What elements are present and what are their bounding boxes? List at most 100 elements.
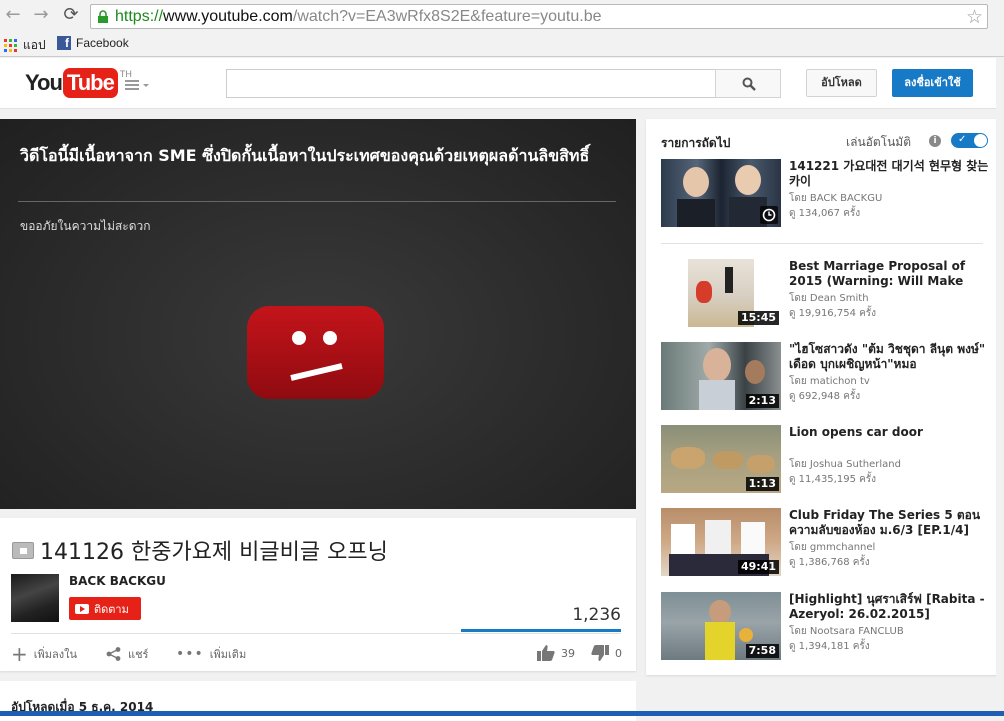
sentiment-bar bbox=[461, 629, 621, 632]
like-button[interactable]: 39 bbox=[537, 645, 575, 661]
taskbar-strip bbox=[0, 711, 1004, 716]
search-input[interactable] bbox=[226, 69, 716, 98]
player-divider bbox=[18, 201, 616, 202]
site-header: You Tube TH อัปโหลด ลงชื่อเข้าใช้ bbox=[0, 58, 1004, 109]
video-thumbnail[interactable]: 49:41 bbox=[661, 508, 781, 576]
related-title[interactable]: Best Marriage Proposal of 2015 (Warning:… bbox=[789, 259, 989, 289]
related-title[interactable]: "ไฮโซสาวดัง "ต้ม วิชชุดา ลีนุต พงษ์" เดื… bbox=[789, 342, 989, 372]
video-thumbnail[interactable]: 1:13 bbox=[661, 425, 781, 493]
related-channel: โดย Dean Smith bbox=[789, 293, 869, 304]
facebook-icon: f bbox=[57, 36, 71, 50]
thumbs-up-icon bbox=[537, 645, 555, 661]
up-next-heading: รายการถัดไป bbox=[661, 136, 731, 150]
bookmark-facebook-label: Facebook bbox=[76, 36, 129, 50]
video-title: 141126 한중가요제 비글비글 오프닝 bbox=[12, 534, 388, 566]
related-video-item[interactable]: 1:13 Lion opens car door โดย Joshua Suth… bbox=[661, 425, 991, 493]
more-button[interactable]: ••• เพิ่มเติม bbox=[176, 645, 246, 663]
video-thumbnail[interactable]: 15:45 bbox=[661, 259, 781, 327]
related-channel: โดย gmmchannel bbox=[789, 542, 876, 553]
related-title[interactable]: Club Friday The Series 5 ตอน ความลับของห… bbox=[789, 508, 989, 538]
related-video-item[interactable]: 7:58 [Highlight] นุศราเสิร์ฟ [Rabita - A… bbox=[661, 592, 991, 660]
logo-you: You bbox=[25, 70, 63, 95]
sidebar-divider bbox=[661, 243, 983, 244]
forward-arrow-icon[interactable]: → bbox=[31, 5, 51, 25]
related-title[interactable]: 141221 가요대전 대기석 현무형 찾는 카이 bbox=[789, 159, 989, 189]
video-title-text: 141126 한중가요제 비글비글 오프닝 bbox=[40, 540, 388, 565]
sign-in-button[interactable]: ลงชื่อเข้าใช้ bbox=[892, 69, 973, 97]
address-bar[interactable]: https://www.youtube.com/watch?v=EA3wRfx8… bbox=[90, 4, 988, 29]
back-arrow-icon[interactable]: ← bbox=[3, 5, 23, 25]
video-thumbnail[interactable] bbox=[661, 159, 781, 227]
apps-grid-icon bbox=[4, 38, 17, 52]
thumbs-down-icon bbox=[591, 645, 609, 661]
reload-icon[interactable]: ⟳ bbox=[61, 5, 81, 25]
player-error-title: วิดีโอนี้มีเนื้อหาจาก SME ซึ่งปิดกั้นเนื… bbox=[20, 146, 590, 165]
search-icon bbox=[742, 77, 756, 91]
related-views: ดู 19,916,754 ครั้ง bbox=[789, 308, 877, 319]
related-views: ดู 1,394,181 ครั้ง bbox=[789, 641, 870, 652]
dislike-button[interactable]: 0 bbox=[591, 645, 622, 661]
autoplay-label: เล่นอัตโนมัติ bbox=[846, 135, 912, 149]
check-icon: ✓ bbox=[958, 134, 967, 145]
video-duration: 1:13 bbox=[745, 477, 779, 491]
browser-toolbar: ← → ⟳ https://www.youtube.com/watch?v=EA… bbox=[0, 0, 1004, 57]
video-info-card: 141126 한중가요제 비글비글 오프닝 BACK BACKGU ติดตาม… bbox=[0, 518, 636, 671]
bookmark-apps-label: แอป bbox=[23, 38, 46, 52]
search-button[interactable] bbox=[715, 69, 781, 98]
play-icon bbox=[75, 603, 89, 614]
related-video-item[interactable]: 49:41 Club Friday The Series 5 ตอน ความล… bbox=[661, 508, 991, 576]
bookmark-star-icon[interactable]: ☆ bbox=[966, 6, 983, 28]
lock-icon bbox=[98, 10, 108, 23]
related-sidebar: รายการถัดไป เล่นอัตโนมัติ i ✓ 141221 가요대… bbox=[646, 119, 998, 675]
add-to-label: เพิ่มลงใน bbox=[33, 648, 78, 661]
video-duration: 2:13 bbox=[745, 394, 779, 408]
video-player[interactable]: วิดีโอนี้มีเนื้อหาจาก SME ซึ่งปิดกั้นเนื… bbox=[0, 119, 636, 509]
dislike-count: 0 bbox=[615, 646, 622, 660]
url-text: https://www.youtube.com/watch?v=EA3wRfx8… bbox=[115, 8, 602, 25]
related-views: ดู 11,435,195 ครั้ง bbox=[789, 474, 877, 485]
video-thumbnail[interactable]: 2:13 bbox=[661, 342, 781, 410]
youtube-logo[interactable]: You Tube TH bbox=[25, 68, 132, 98]
related-views: ดู 134,067 ครั้ง bbox=[789, 208, 861, 219]
add-to-button[interactable]: + เพิ่มลงใน bbox=[11, 644, 78, 664]
related-channel: โดย BACK BACKGU bbox=[789, 193, 883, 204]
related-channel: โดย Joshua Sutherland bbox=[789, 459, 901, 470]
guide-menu-icon[interactable] bbox=[125, 80, 151, 90]
share-button[interactable]: แชร์ bbox=[106, 645, 148, 663]
upload-button[interactable]: อัปโหลด bbox=[806, 69, 877, 97]
related-channel: โดย matichon tv bbox=[789, 376, 870, 387]
more-label: เพิ่มเติม bbox=[209, 648, 247, 661]
share-label: แชร์ bbox=[128, 648, 149, 661]
share-icon bbox=[106, 647, 121, 661]
related-title[interactable]: Lion opens car door bbox=[789, 425, 989, 440]
video-duration: 49:41 bbox=[737, 560, 779, 574]
video-duration: 15:45 bbox=[737, 311, 779, 325]
subscribe-button[interactable]: ติดตาม bbox=[69, 597, 141, 620]
autoplay-toggle[interactable]: ✓ bbox=[951, 133, 988, 148]
bookmark-facebook[interactable]: f Facebook bbox=[57, 36, 129, 50]
related-views: ดู 1,386,768 ครั้ง bbox=[789, 557, 870, 568]
more-dots-icon: ••• bbox=[176, 646, 204, 662]
logo-tube: Tube bbox=[62, 68, 118, 98]
logo-country: TH bbox=[119, 69, 132, 79]
channel-avatar[interactable] bbox=[11, 574, 59, 622]
player-error-subtitle: ขออภัยในความไม่สะดวก bbox=[20, 219, 151, 233]
bookmarks-bar: แอป f Facebook bbox=[0, 33, 1004, 55]
info-divider bbox=[11, 633, 621, 634]
video-thumbnail[interactable]: 7:58 bbox=[661, 592, 781, 660]
like-count: 39 bbox=[561, 646, 575, 660]
info-icon[interactable]: i bbox=[929, 135, 941, 147]
related-video-item[interactable]: 141221 가요대전 대기석 현무형 찾는 카이 โดย BACK BACKG… bbox=[661, 159, 991, 227]
bookmark-apps[interactable]: แอป bbox=[4, 36, 46, 55]
watch-later-icon[interactable] bbox=[760, 206, 778, 224]
sad-youtube-icon bbox=[247, 306, 384, 399]
related-video-item[interactable]: 2:13 "ไฮโซสาวดัง "ต้ม วิชชุดา ลีนุต พงษ์… bbox=[661, 342, 991, 410]
channel-name[interactable]: BACK BACKGU bbox=[69, 574, 166, 588]
view-count: 1,236 bbox=[572, 605, 621, 625]
toggle-knob bbox=[974, 134, 987, 147]
video-duration: 7:58 bbox=[745, 644, 779, 658]
page-scrollbar[interactable] bbox=[996, 58, 1004, 716]
related-title[interactable]: [Highlight] นุศราเสิร์ฟ [Rabita - Azeryo… bbox=[789, 592, 989, 622]
subscribe-label: ติดตาม bbox=[94, 602, 129, 616]
related-video-item[interactable]: 15:45 Best Marriage Proposal of 2015 (Wa… bbox=[661, 259, 991, 327]
